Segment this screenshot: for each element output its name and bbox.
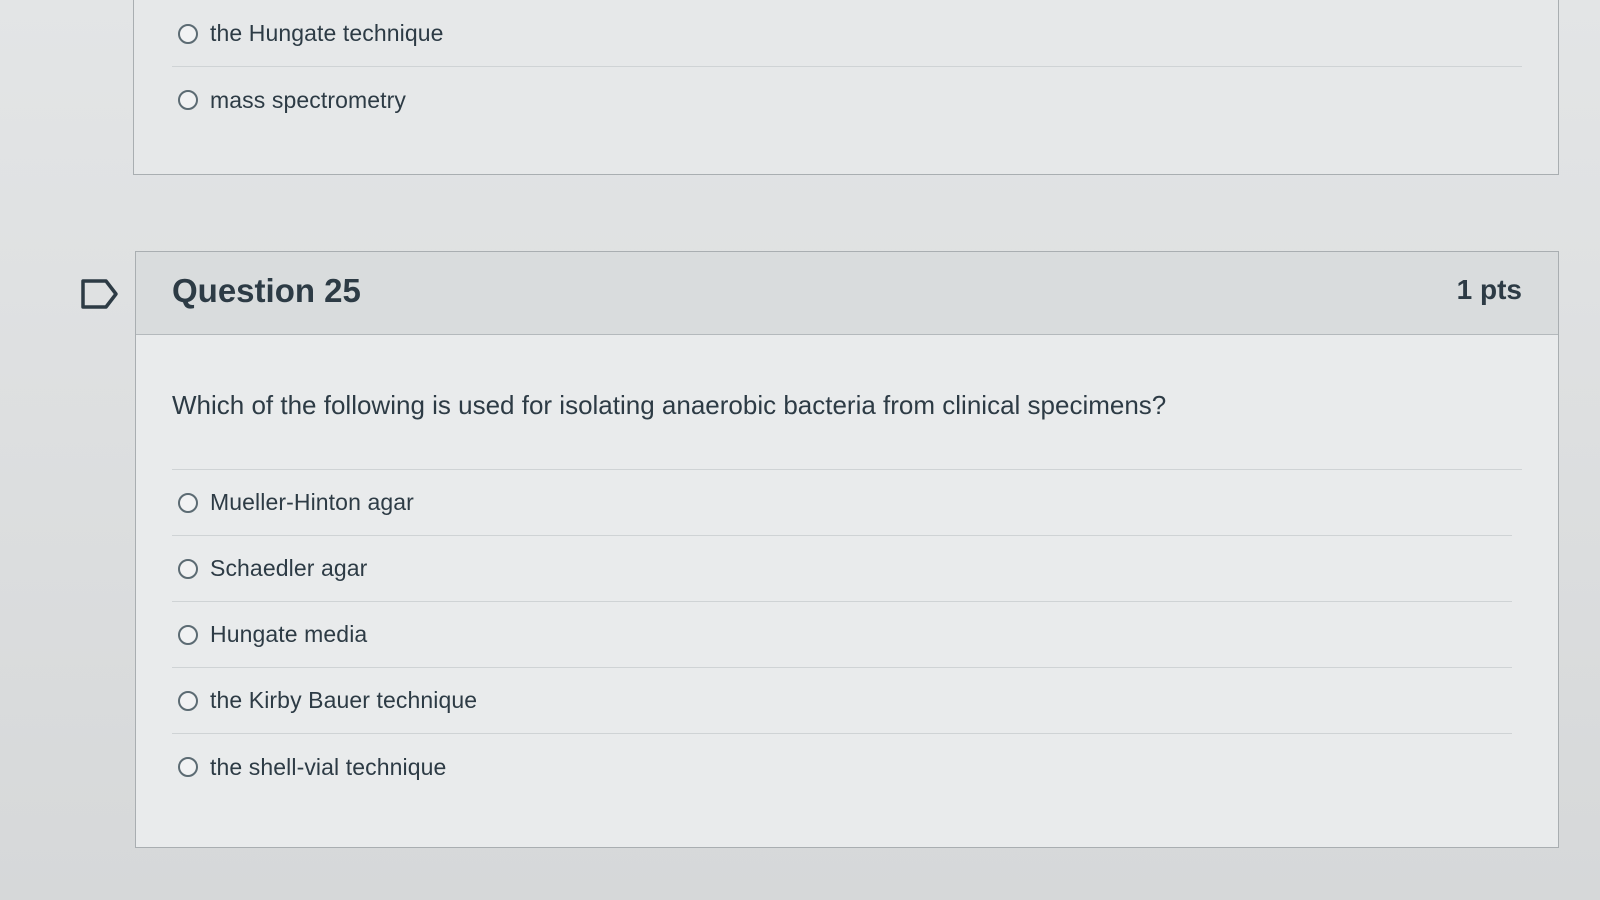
answer-label: Hungate media [210,621,368,647]
answer-option[interactable]: the shell-vial technique [172,734,1512,800]
question-card: Question 25 1 pts Which of the following… [135,251,1559,848]
bookmark-flag-icon[interactable] [80,278,120,310]
answer-label: Mueller-Hinton agar [210,489,414,515]
answer-label: the shell-vial technique [210,753,447,780]
previous-question-card: the Hungate technique mass spectrometry [133,0,1559,175]
previous-answer-option[interactable]: mass spectrometry [172,67,1522,133]
answer-label: mass spectrometry [210,86,406,113]
radio-button-icon[interactable] [178,757,198,777]
answer-option[interactable]: Hungate media [172,602,1512,668]
answer-label: Schaedler agar [210,555,368,581]
previous-answer-list: the Hungate technique mass spectrometry [172,1,1522,133]
answer-list: Mueller-Hinton agar Schaedler agar Hunga… [172,470,1512,800]
answer-label: the Hungate technique [210,20,444,46]
previous-answer-option[interactable]: the Hungate technique [172,1,1522,67]
question-title: Question 25 [172,272,361,309]
question-body: Which of the following is used for isola… [136,335,1558,800]
answer-label: the Kirby Bauer technique [210,687,478,713]
radio-button-icon[interactable] [178,690,198,711]
radio-button-icon[interactable] [178,492,198,513]
radio-button-icon[interactable] [178,23,198,44]
answer-option[interactable]: Mueller-Hinton agar [172,470,1512,536]
question-points: 1 pts [1456,274,1522,305]
radio-button-icon[interactable] [178,90,198,110]
answer-option[interactable]: Schaedler agar [172,536,1512,602]
radio-button-icon[interactable] [178,558,198,579]
radio-button-icon[interactable] [178,624,198,645]
answer-option[interactable]: the Kirby Bauer technique [172,668,1512,734]
question-header: Question 25 1 pts [136,252,1558,335]
question-text: Which of the following is used for isola… [172,335,1522,470]
